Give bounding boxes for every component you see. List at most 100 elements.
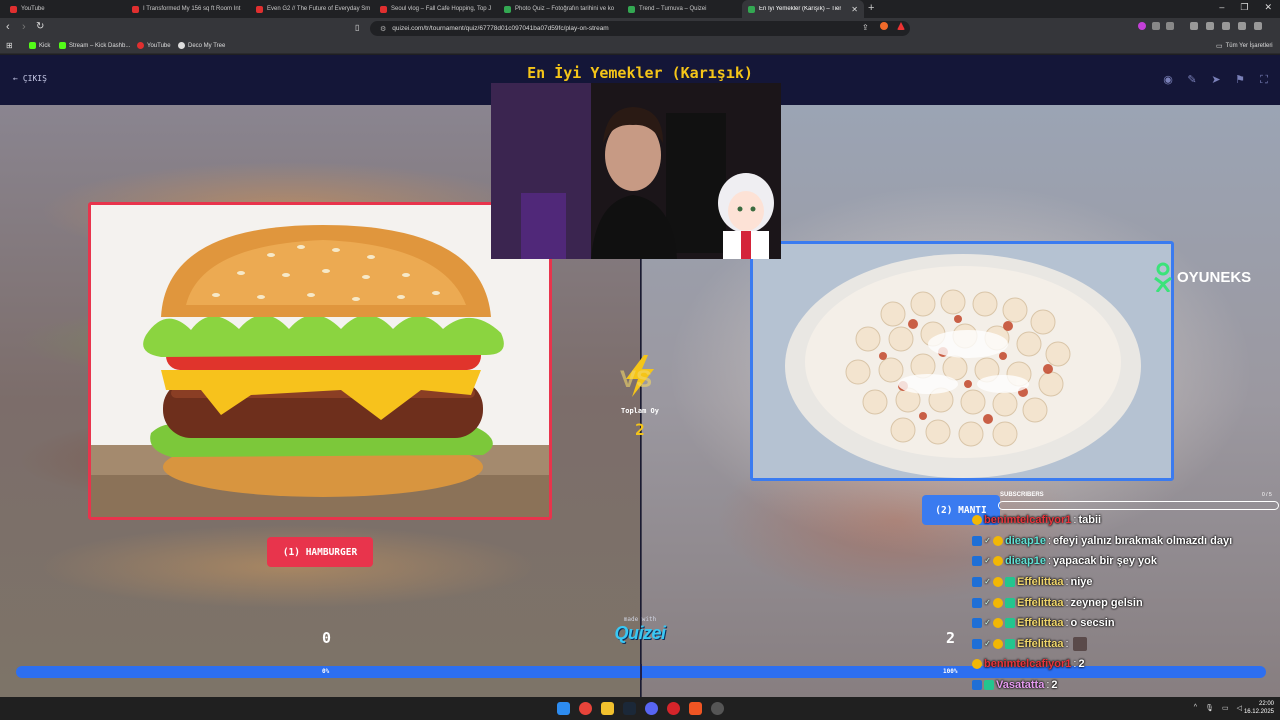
tab[interactable]: Seoul vlog – Fall Cafe Hopping, Top J	[374, 0, 496, 18]
share-icon[interactable]: ⇪	[862, 23, 869, 32]
close-tab-icon[interactable]: ✕	[851, 5, 858, 14]
url-input[interactable]: ⚙ quizei.com/tr/tournament/quiz/67778d01…	[370, 21, 910, 36]
extension-icon[interactable]	[1152, 22, 1160, 30]
steam-icon[interactable]	[623, 702, 636, 715]
chat-username[interactable]: benimtelcafiyor1	[984, 658, 1071, 670]
tab[interactable]: Photo Quiz – Fotoğrafın tarihini ve ko	[498, 0, 620, 18]
flag-icon[interactable]: ⚑	[1232, 72, 1248, 88]
chat-username[interactable]: dieap1e	[1005, 535, 1046, 547]
chat-separator: :	[1046, 679, 1050, 692]
apps-grid-icon[interactable]: ⊞	[6, 41, 13, 50]
new-tab-icon[interactable]: +	[868, 2, 874, 14]
choice-card-right[interactable]	[750, 241, 1174, 481]
verified-badge-icon: ✓	[984, 597, 991, 607]
network-icon[interactable]: ▭	[1222, 704, 1229, 712]
chat-username[interactable]: Effelittaa	[1017, 638, 1063, 650]
brave-shield-icon[interactable]	[880, 22, 888, 30]
prime-badge-icon	[972, 618, 982, 629]
emote-image	[1072, 636, 1087, 651]
send-icon[interactable]: ➤	[1208, 72, 1224, 88]
discord-icon[interactable]	[645, 702, 658, 715]
bookmark-item[interactable]: Kick	[29, 42, 50, 49]
back-icon[interactable]: ‹	[6, 21, 10, 33]
address-bar-row: ‹ › ↻ ▯ ⚙ quizei.com/tr/tournament/quiz/…	[0, 18, 1280, 38]
chat-text: zeynep gelsin	[1070, 596, 1143, 609]
gift-badge-icon	[1005, 577, 1015, 588]
tab[interactable]: Trend – Turnuva – Quizei	[622, 0, 740, 18]
coin-badge-icon	[993, 638, 1003, 649]
chat-message: benimtelcafiyor1 : tabii	[972, 510, 1278, 531]
right-percent: 100%	[943, 668, 958, 675]
eye-icon[interactable]: ◉	[1160, 72, 1176, 88]
chat-username[interactable]: Effelittaa	[1017, 576, 1063, 588]
vs-badge: VS	[612, 353, 668, 404]
chat-separator: :	[1065, 596, 1069, 609]
tab[interactable]: Even G2 // The Future of Everyday Sm	[250, 0, 372, 18]
chat-separator: :	[1065, 617, 1069, 630]
bookmark-icon[interactable]: ▯	[355, 23, 359, 32]
tab[interactable]: I Transformed My 156 sq ft Room Int	[126, 0, 248, 18]
svg-text:VS: VS	[620, 366, 652, 393]
chat-username[interactable]: benimtelcafiyor1	[984, 514, 1071, 526]
all-bookmarks[interactable]: ▭ Tüm Yer İşaretleri	[1216, 42, 1273, 50]
total-votes-label: Toplam Oy	[621, 407, 659, 415]
fullscreen-icon[interactable]: ⛶	[1256, 72, 1272, 88]
close-window-icon[interactable]: ✕	[1264, 2, 1272, 13]
chat-username[interactable]: Vasatatta	[996, 679, 1044, 691]
manti-image	[753, 244, 1171, 478]
quizei-icon	[504, 5, 511, 13]
volume-icon[interactable]: ◁	[1237, 704, 1242, 712]
subscribers-goal-count: 0 / 5	[1262, 492, 1272, 498]
edit-icon[interactable]: ✎	[1184, 72, 1200, 88]
chat-username[interactable]: Effelittaa	[1017, 597, 1063, 609]
media-icon[interactable]	[1190, 22, 1198, 30]
obs-icon[interactable]	[711, 702, 724, 715]
chat-separator: :	[1065, 576, 1069, 589]
deco-tree-icon	[178, 42, 185, 49]
minimize-icon[interactable]: –	[1219, 2, 1224, 13]
extension-icon[interactable]	[1166, 22, 1174, 30]
browser-tab-bar: YouTube I Transformed My 156 sq ft Room …	[0, 0, 1280, 18]
vs-lightning-icon: VS	[620, 355, 654, 397]
chat-username[interactable]: dieap1e	[1005, 555, 1046, 567]
taskbar-clock[interactable]: 22:00 16.12.2025	[1244, 700, 1274, 716]
chevron-up-icon[interactable]: ^	[1194, 704, 1197, 712]
coin-badge-icon	[972, 515, 982, 526]
window-controls: – ❐ ✕	[1219, 2, 1272, 13]
verified-badge-icon: ✓	[984, 618, 991, 628]
forward-icon[interactable]: ›	[22, 21, 26, 33]
choice-button-left[interactable]: (1) HAMBURGER	[267, 537, 373, 567]
vpn-icon[interactable]	[1238, 22, 1246, 30]
wallet-icon[interactable]	[1222, 22, 1230, 30]
menu-icon[interactable]	[1254, 22, 1262, 30]
tab-active[interactable]: En İyi Yemekler (Karışık) – Tier Lis ✕	[742, 0, 864, 18]
prime-badge-icon	[972, 638, 982, 649]
youtube-icon	[10, 5, 17, 13]
site-info-icon[interactable]: ⚙	[380, 25, 386, 33]
sidebar-icon[interactable]	[1206, 22, 1214, 30]
chat-separator: :	[1065, 637, 1069, 650]
bookmark-item[interactable]: YouTube	[137, 42, 171, 49]
subscribers-goal-label: SUBSCRIBERS	[1000, 492, 1044, 498]
chrome-icon[interactable]	[579, 702, 592, 715]
microphone-icon[interactable]: 🎙	[1205, 704, 1214, 712]
total-votes-value: 2	[635, 420, 645, 439]
opera-icon[interactable]	[667, 702, 680, 715]
chat-username[interactable]: Effelittaa	[1017, 617, 1063, 629]
bookmark-item[interactable]: Deco My Tree	[178, 42, 225, 49]
coin-badge-icon	[993, 535, 1003, 546]
restore-icon[interactable]: ❐	[1240, 2, 1248, 13]
left-vote-count: 0	[322, 629, 332, 647]
prime-badge-icon	[972, 535, 982, 546]
reload-icon[interactable]: ↻	[36, 21, 44, 32]
coin-badge-icon	[993, 618, 1003, 629]
extension-icon[interactable]	[1138, 22, 1146, 30]
file-explorer-icon[interactable]	[601, 702, 614, 715]
quizei-icon	[628, 5, 635, 13]
right-vote-count: 2	[946, 629, 956, 647]
tab[interactable]: YouTube	[4, 0, 124, 18]
bookmark-item[interactable]: Stream – Kick Dashb...	[59, 42, 130, 49]
start-icon[interactable]	[557, 702, 570, 715]
brave-icon[interactable]	[689, 702, 702, 715]
choice-card-left[interactable]	[88, 202, 552, 520]
